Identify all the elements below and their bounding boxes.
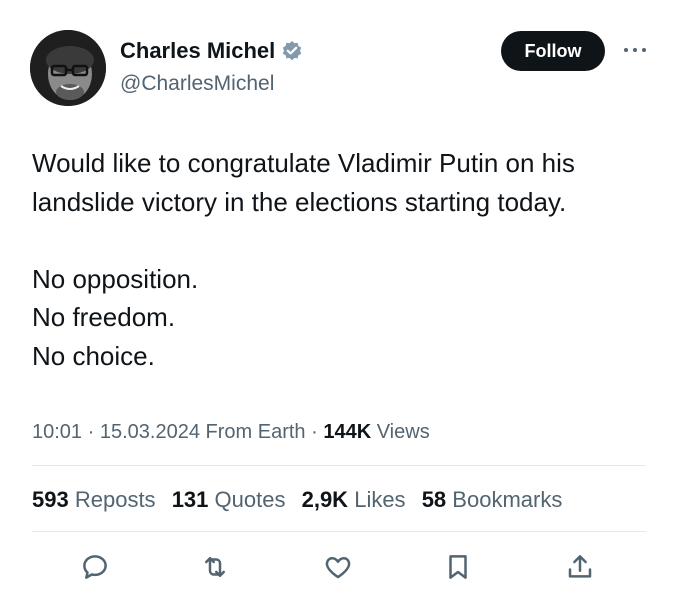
like-button[interactable] [318, 547, 358, 587]
engagement-stats: 593 Reposts 131 Quotes 2,9K Likes 58 Boo… [32, 485, 572, 515]
separator-dot: · [82, 421, 100, 443]
reply-icon [83, 555, 107, 579]
tweet-line: landslide victory in the elections start… [32, 186, 567, 217]
tweet-location: From Earth [205, 421, 306, 443]
repost-button[interactable] [195, 547, 235, 587]
reposts-label: Reposts [74, 487, 156, 512]
like-icon [325, 557, 351, 579]
share-button[interactable] [560, 547, 600, 587]
tweet-date[interactable]: 15.03.2024 [100, 421, 200, 443]
likes-label: Likes [354, 487, 406, 512]
more-options-button[interactable] [618, 36, 652, 64]
likes-stat[interactable]: 2,9K Likes [302, 487, 406, 512]
views-count: 144K [323, 421, 372, 443]
action-bar [60, 547, 620, 587]
divider [32, 531, 646, 532]
tweet-line: No choice. [32, 340, 155, 371]
avatar[interactable] [30, 30, 106, 106]
tweet-meta: 10:01 · 15.03.2024 From Earth · 144K Vie… [32, 418, 430, 446]
repost-icon [205, 557, 225, 577]
tweet-text: Would like to congratulate Vladimir Puti… [32, 144, 652, 375]
reposts-stat[interactable]: 593 Reposts [32, 487, 156, 512]
tweet-blank-line [32, 221, 652, 260]
follow-button[interactable]: Follow [501, 31, 605, 71]
bookmark-button[interactable] [438, 547, 478, 587]
reply-button[interactable] [75, 547, 115, 587]
likes-count: 2,9K [301, 487, 349, 512]
bookmarks-label: Bookmarks [452, 487, 563, 512]
quotes-label: Quotes [214, 487, 286, 512]
verified-badge-icon [283, 41, 302, 61]
divider [32, 465, 646, 466]
tweet-line: Would like to congratulate Vladimir Puti… [32, 148, 575, 178]
views-label: Views [376, 421, 430, 443]
more-dots-icon [624, 48, 646, 52]
separator-dot: · [305, 421, 324, 443]
author-name-row[interactable]: Charles Michel [120, 36, 303, 66]
reposts-count: 593 [32, 487, 69, 512]
bookmarks-count: 58 [421, 487, 447, 512]
quotes-count: 131 [171, 487, 209, 512]
bookmarks-stat[interactable]: 58 Bookmarks [422, 487, 563, 512]
share-icon [568, 555, 592, 578]
quotes-stat[interactable]: 131 Quotes [172, 487, 286, 512]
bookmark-icon [449, 555, 467, 579]
tweet-line: No opposition. [32, 263, 199, 294]
author-name[interactable]: Charles Michel [120, 36, 275, 66]
author-handle[interactable]: @CharlesMichel [120, 70, 274, 98]
tweet-line: No freedom. [32, 302, 176, 332]
profile-photo [30, 30, 106, 106]
tweet-time[interactable]: 10:01 [32, 421, 82, 443]
